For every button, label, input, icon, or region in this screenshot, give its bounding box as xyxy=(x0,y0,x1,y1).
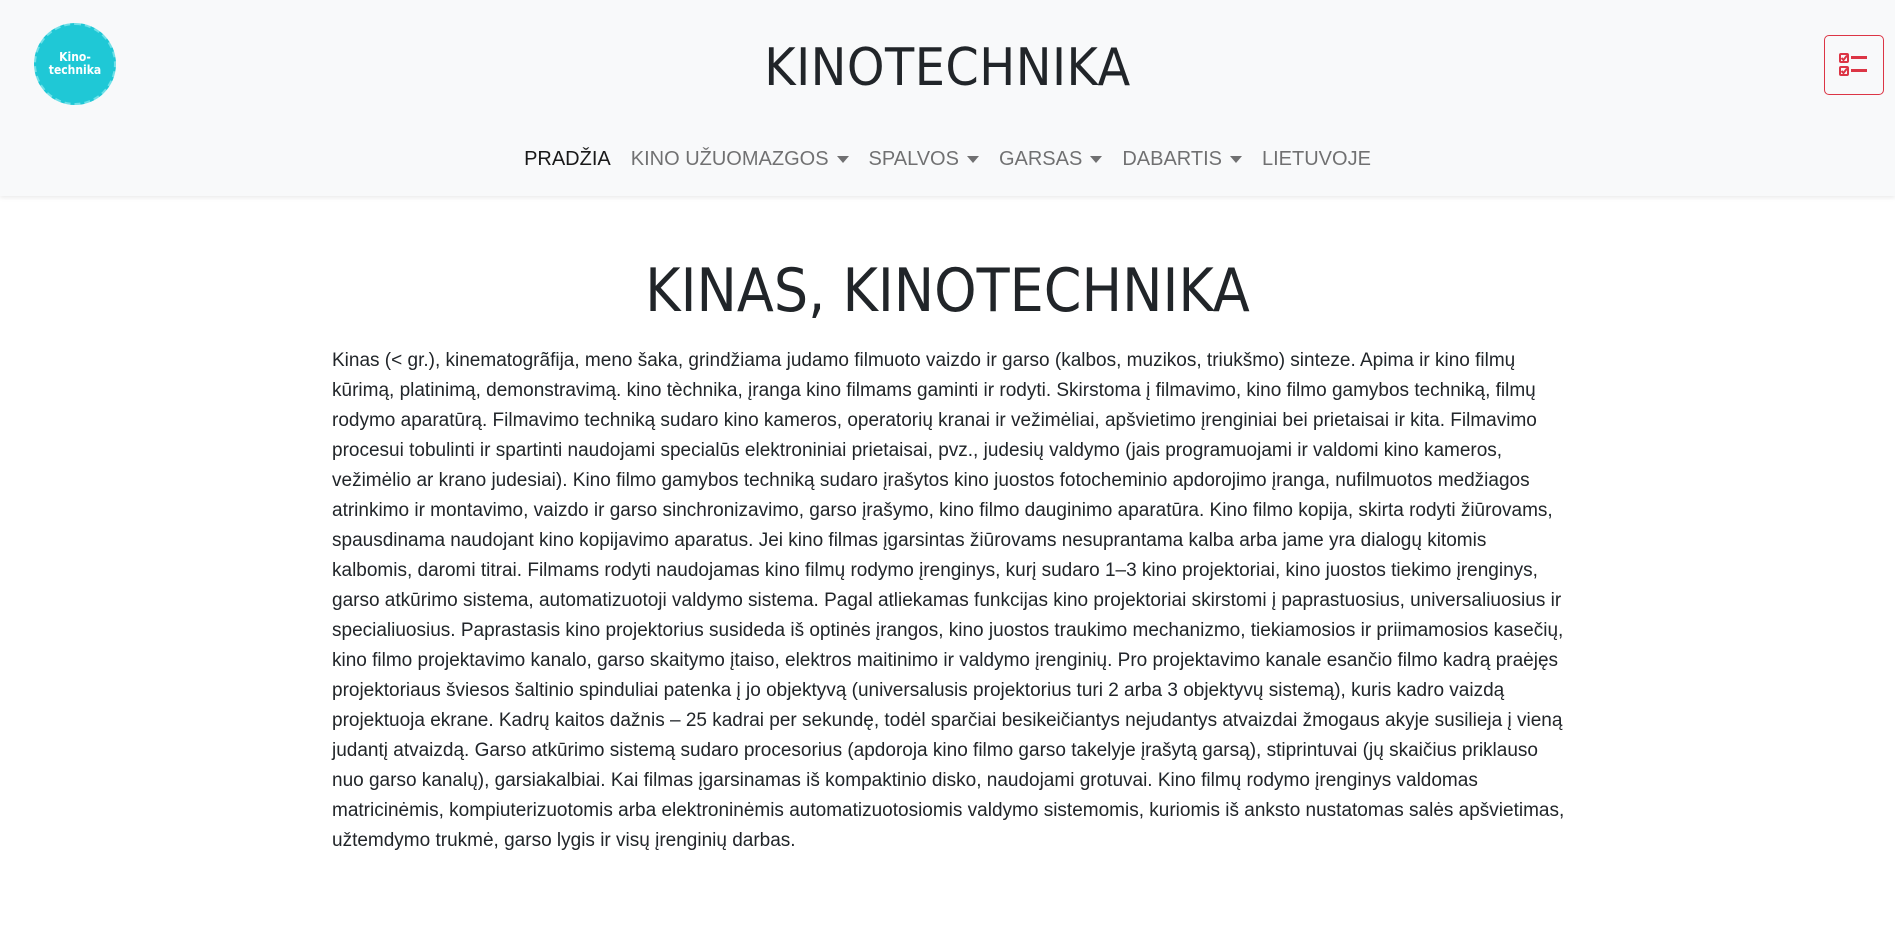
nav-label: GARSAS xyxy=(998,148,1083,170)
caret-down-icon xyxy=(1090,156,1103,163)
main-nav: PRADŽIA KINO UŽUOMAZGOS SPALVOS GARSAS D… xyxy=(0,140,1895,179)
caret-down-icon xyxy=(836,156,849,163)
nav-label: LIETUVOJE xyxy=(1262,148,1371,170)
caret-down-icon xyxy=(966,156,979,163)
site-title: KINOTECHNIKA xyxy=(764,38,1131,98)
nav-label: SPALVOS xyxy=(868,148,959,170)
nav-item-spalvos[interactable]: SPALVOS xyxy=(859,140,989,179)
nav-label: KINO UŽUOMAZGOS xyxy=(630,148,829,170)
tasks-button[interactable] xyxy=(1824,35,1884,95)
site-header: Kino- technika KINOTECHNIKA PRADŽIA KINO… xyxy=(0,0,1895,196)
nav-label: DABARTIS xyxy=(1122,148,1222,170)
nav-item-dabartis[interactable]: DABARTIS xyxy=(1112,140,1252,179)
checklist-icon xyxy=(1839,53,1867,76)
nav-item-pradzia[interactable]: PRADŽIA xyxy=(514,140,621,179)
nav-label: PRADŽIA xyxy=(524,148,611,170)
page-title: KINAS, KINOTECHNIKA xyxy=(645,256,1250,326)
nav-item-kino-uzuomazgos[interactable]: KINO UŽUOMAZGOS xyxy=(621,140,859,179)
caret-down-icon xyxy=(1230,156,1242,163)
nav-item-lietuvoje[interactable]: LIETUVOJE xyxy=(1252,140,1381,179)
nav-item-garsas[interactable]: GARSAS xyxy=(989,140,1112,179)
article-paragraph: Kinas (< gr.), kinematogrãfija, meno šak… xyxy=(332,350,1565,851)
